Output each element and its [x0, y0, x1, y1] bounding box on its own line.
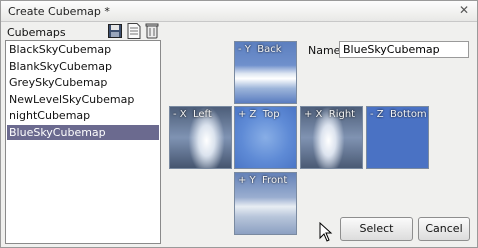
face-back-tile[interactable]: - Y Back	[234, 41, 297, 104]
cubemaps-label: Cubemaps	[7, 26, 66, 39]
new-document-icon[interactable]	[127, 23, 141, 39]
name-label: Name	[308, 44, 341, 57]
window-title: Create Cubemap *	[8, 5, 110, 18]
face-bottom-label: - Z Bottom	[370, 109, 427, 120]
name-input[interactable]	[339, 41, 469, 58]
list-item[interactable]: BlankSkyCubemap	[7, 59, 159, 74]
create-cubemap-dialog: Create Cubemap * ✕ Cubemaps BlackSkyCube…	[0, 0, 478, 248]
list-item[interactable]: GreySkyCubemap	[7, 75, 159, 90]
face-right-tile[interactable]: + X Right	[300, 106, 363, 169]
face-top-tile[interactable]: + Z Top	[234, 106, 297, 169]
list-item[interactable]: BlueSkyCubemap	[7, 124, 159, 140]
face-front-label: + Y Front	[238, 175, 288, 186]
list-item[interactable]: nightCubemap	[7, 108, 159, 123]
list-item[interactable]: NewLevelSkyCubemap	[7, 92, 159, 107]
save-icon[interactable]	[108, 23, 122, 39]
cancel-button[interactable]: Cancel	[418, 217, 470, 241]
face-bottom-tile[interactable]: - Z Bottom	[366, 106, 429, 169]
face-top-label: + Z Top	[238, 109, 280, 120]
face-left-tile[interactable]: - X Left	[169, 106, 232, 169]
face-right-label: + X Right	[304, 109, 356, 120]
close-icon[interactable]: ✕	[459, 3, 469, 17]
select-button[interactable]: Select	[340, 217, 413, 241]
title-bar[interactable]: Create Cubemap * ✕	[1, 1, 477, 22]
mouse-cursor-icon	[319, 222, 333, 242]
face-left-label: - X Left	[173, 109, 212, 120]
list-item[interactable]: BlackSkyCubemap	[7, 42, 159, 57]
face-front-tile[interactable]: + Y Front	[234, 172, 297, 235]
face-back-label: - Y Back	[238, 44, 282, 55]
cubemap-list[interactable]: BlackSkyCubemap BlankSkyCubemap GreySkyCub…	[5, 40, 161, 244]
delete-icon[interactable]	[145, 23, 159, 39]
